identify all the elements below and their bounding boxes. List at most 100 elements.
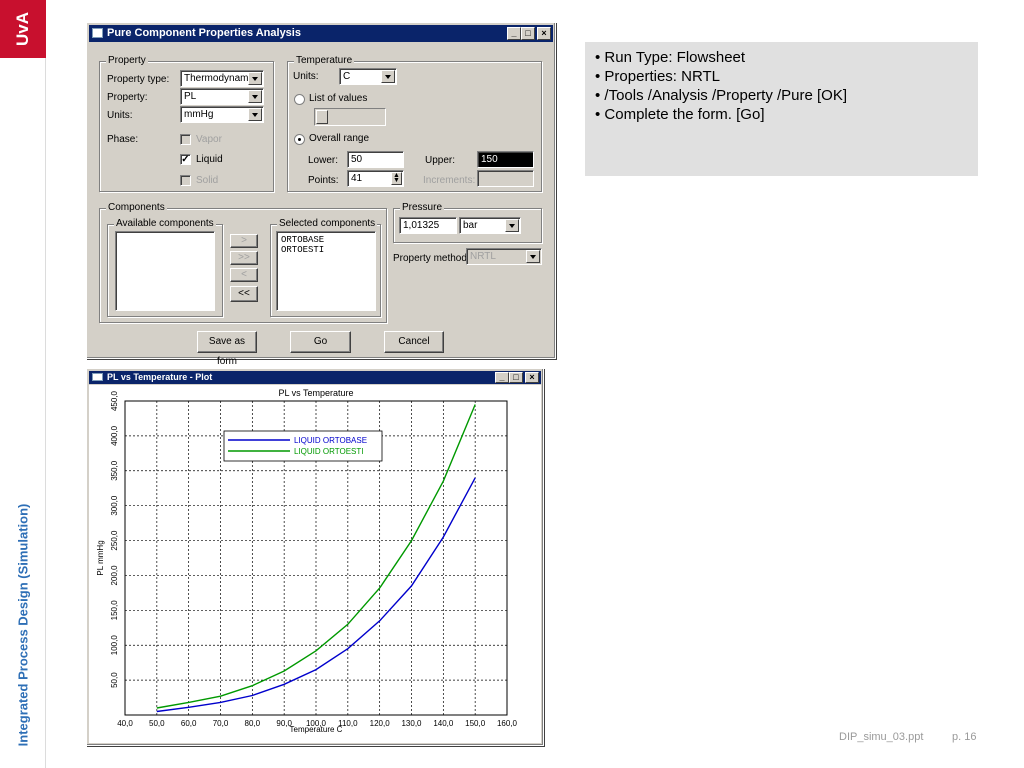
units-select[interactable]: mmHg — [180, 106, 264, 123]
x-tick-label: 80,0 — [245, 719, 261, 728]
phase-label: Phase: — [107, 134, 139, 145]
minimize-button[interactable]: _ — [495, 372, 509, 383]
list-of-values-radio[interactable] — [294, 94, 305, 105]
bullet-menu-path: • /Tools /Analysis /Property /Pure [OK] — [595, 87, 848, 104]
y-tick-label: 50,0 — [110, 672, 119, 688]
points-input[interactable]: 41 ▲ ▼ — [347, 170, 404, 187]
chevron-down-icon[interactable] — [248, 90, 262, 103]
maximize-button[interactable]: □ — [521, 27, 535, 40]
property-label: Property: — [107, 92, 148, 103]
x-tick-label: 60,0 — [181, 719, 197, 728]
solid-checkbox[interactable] — [180, 175, 191, 186]
dialog-title: Pure Component Properties Analysis — [107, 27, 301, 39]
course-title: Integrated Process Design (Simulation) — [15, 503, 31, 747]
legend-label: LIQUID ORTOBASE — [294, 436, 367, 445]
units-label: Units: — [107, 110, 133, 121]
pressure-units-select[interactable]: bar — [459, 217, 521, 234]
y-tick-label: 100,0 — [110, 635, 119, 656]
x-tick-label: 140,0 — [433, 719, 454, 728]
chevron-down-icon[interactable] — [505, 219, 519, 232]
property-select[interactable]: PL — [180, 88, 264, 105]
solid-label: Solid — [196, 175, 219, 186]
chevron-down-icon[interactable] — [526, 250, 540, 263]
y-tick-label: 300,0 — [110, 495, 119, 516]
points-label: Points: — [308, 175, 339, 186]
liquid-checkbox[interactable]: ✓ — [180, 154, 191, 165]
x-tick-label: 50,0 — [149, 719, 165, 728]
increments-input[interactable] — [477, 170, 534, 187]
y-tick-label: 250,0 — [110, 530, 119, 551]
close-button[interactable]: × — [525, 372, 539, 383]
temperature-group-title: Temperature — [294, 55, 355, 66]
move-all-right-button[interactable]: >> — [230, 251, 258, 265]
x-axis-label: Temperature C — [290, 725, 343, 734]
property-type-value: Thermodynamic — [184, 73, 256, 84]
bullet-run-type: • Run Type: Flowsheet — [595, 49, 746, 66]
lower-input[interactable]: 50 — [347, 151, 404, 168]
plot-area: PL vs Temperature 40,0 50,0 60,0 70,0 80,0 90,… — [89, 385, 541, 743]
slide: UvA Integrated Process Design (Simulatio… — [0, 0, 1024, 768]
vapor-checkbox[interactable] — [180, 134, 191, 145]
liquid-label: Liquid — [196, 154, 223, 165]
y-tick-label: 200,0 — [110, 565, 119, 586]
plot-titlebar[interactable]: PL vs Temperature - Plot _ □ × — [89, 371, 541, 384]
spinner-arrows-icon[interactable]: ▲ ▼ — [391, 172, 402, 185]
plot-window-title: PL vs Temperature - Plot — [107, 372, 213, 382]
cancel-button[interactable]: Cancel — [384, 331, 444, 353]
list-item[interactable]: ORTOBASE — [281, 235, 371, 245]
overall-range-radio[interactable] — [294, 134, 305, 145]
go-button[interactable]: Go — [290, 331, 351, 353]
y-tick-label: 150,0 — [110, 600, 119, 621]
pressure-input[interactable]: 1,01325 — [399, 217, 457, 234]
available-components-title: Available components — [114, 218, 216, 229]
selected-components-list[interactable]: ORTOBASE ORTOESTI — [276, 231, 376, 311]
x-tick-label: 40,0 — [117, 719, 133, 728]
chevron-down-icon[interactable] — [248, 108, 262, 121]
save-as-form-button[interactable]: Save as form — [197, 331, 257, 367]
sidebar: UvA Integrated Process Design (Simulatio… — [0, 0, 46, 768]
y-tick-label: 400,0 — [110, 425, 119, 446]
y-tick-label: 350,0 — [110, 460, 119, 481]
bullet-complete-form: • Complete the form. [Go] — [595, 106, 765, 123]
footer-page-number: p. 16 — [952, 731, 977, 743]
window-icon — [92, 28, 103, 38]
lower-label: Lower: — [308, 155, 339, 166]
y-tick-label: 450,0 — [110, 390, 119, 411]
property-method-select[interactable]: NRTL — [466, 248, 542, 265]
property-type-select[interactable]: Thermodynamic — [180, 70, 264, 87]
window-icon — [92, 373, 103, 381]
close-button[interactable]: × — [537, 27, 551, 40]
x-tick-label: 160,0 — [497, 719, 518, 728]
y-axis-label: PL mmHg — [96, 540, 105, 575]
points-value: 41 — [351, 173, 363, 184]
property-type-label: Property type: — [107, 74, 170, 85]
slider-thumb[interactable] — [316, 110, 328, 124]
x-tick-label: 70,0 — [213, 719, 229, 728]
chevron-down-icon[interactable] — [381, 70, 395, 83]
maximize-button[interactable]: □ — [509, 372, 523, 383]
temp-units-label: Units: — [293, 71, 319, 82]
chevron-down-icon[interactable] — [248, 72, 262, 85]
property-value: PL — [184, 91, 197, 102]
pl-vs-temperature-chart: PL vs Temperature40,0 50,0 60,0 70,0 80,0 90,… — [96, 388, 518, 734]
upper-input[interactable]: 150 — [477, 151, 534, 168]
property-method-label: Property method: — [393, 253, 470, 264]
move-all-left-button[interactable]: << — [230, 286, 258, 302]
x-tick-label: 130,0 — [401, 719, 422, 728]
temp-units-select[interactable]: C — [339, 68, 397, 85]
list-of-values-label: List of values — [309, 93, 368, 104]
chart-title: PL vs Temperature — [278, 388, 353, 398]
move-right-button[interactable]: > — [230, 234, 258, 248]
dialog-titlebar[interactable]: Pure Component Properties Analysis _ □ × — [89, 25, 553, 42]
available-components-list[interactable] — [115, 231, 215, 311]
values-slider[interactable] — [314, 108, 386, 126]
upper-label: Upper: — [425, 155, 456, 166]
footer-filename: DIP_simu_03.ppt — [839, 731, 924, 743]
legend-label: LIQUID ORTOESTI — [294, 447, 364, 456]
minimize-button[interactable]: _ — [507, 27, 521, 40]
vapor-label: Vapor — [196, 134, 222, 145]
units-value: mmHg — [184, 109, 214, 120]
instruction-box: • Run Type: Flowsheet • Properties: NRTL… — [585, 42, 978, 176]
move-left-button[interactable]: < — [230, 268, 258, 282]
list-item[interactable]: ORTOESTI — [281, 245, 371, 255]
